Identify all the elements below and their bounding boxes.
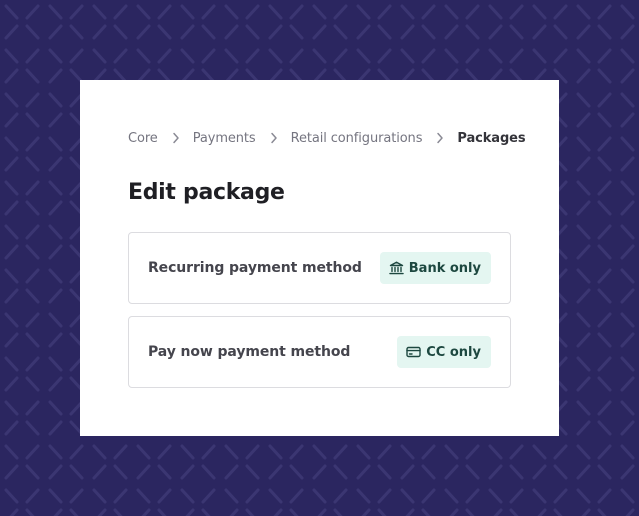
edit-package-card: Core Payments Retail configurations Pack… xyxy=(80,80,559,436)
breadcrumb-payments-link[interactable]: Payments xyxy=(193,131,256,146)
chevron-right-icon xyxy=(434,132,446,144)
page-title: Edit package xyxy=(128,180,285,205)
recurring-payment-method-label: Recurring payment method xyxy=(148,260,362,276)
chevron-right-icon xyxy=(170,132,182,144)
cc-only-badge-label: CC only xyxy=(426,344,481,360)
breadcrumb-current-packages: Packages xyxy=(457,130,526,146)
breadcrumb-retail-configurations-link[interactable]: Retail configurations xyxy=(291,131,423,146)
pay-now-payment-method-row: Pay now payment method CC only xyxy=(128,316,511,388)
pay-now-payment-method-label: Pay now payment method xyxy=(148,344,351,360)
bank-icon xyxy=(389,261,404,275)
breadcrumb: Core Payments Retail configurations Pack… xyxy=(128,128,526,148)
bank-only-badge[interactable]: Bank only xyxy=(379,252,491,284)
cc-only-badge[interactable]: CC only xyxy=(397,336,491,368)
chevron-right-icon xyxy=(268,132,280,144)
breadcrumb-core-link[interactable]: Core xyxy=(128,131,158,146)
recurring-payment-method-row: Recurring payment method Bank only xyxy=(128,232,511,304)
credit-card-icon xyxy=(406,346,421,358)
bank-only-badge-label: Bank only xyxy=(408,260,481,276)
